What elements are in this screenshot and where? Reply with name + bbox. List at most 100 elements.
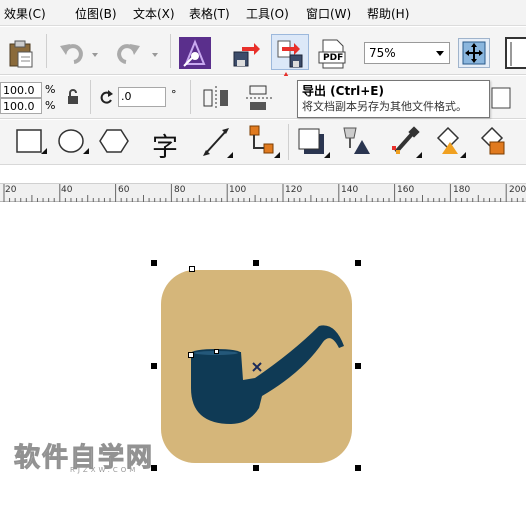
import-button[interactable] <box>178 36 212 70</box>
tooltip-description: 将文档副本另存为其他文件格式。 <box>302 100 467 113</box>
ruler-label: 180 <box>453 185 471 195</box>
toolbar-separator <box>170 34 171 68</box>
fill-tool[interactable] <box>432 124 468 160</box>
drop-shadow-tool[interactable] <box>296 126 330 160</box>
rotate-icon <box>100 90 113 104</box>
publish-pdf-button[interactable]: PDF <box>317 38 349 70</box>
zoom-level-value: 75% <box>369 46 396 60</box>
rectangle-icon <box>16 129 47 154</box>
tooltip-title: 导出 (Ctrl+E) <box>302 84 384 98</box>
watermark-url: RJZXW.COM <box>70 466 139 474</box>
toolbar-separator <box>190 80 191 114</box>
mirror-vertical-button[interactable] <box>244 84 276 112</box>
menu-text[interactable]: 文本(X) <box>133 5 175 22</box>
polygon-tool[interactable] <box>98 126 132 160</box>
dropdown-arrow-icon <box>92 53 98 57</box>
paint-bucket-icon <box>436 126 466 158</box>
dropdown-arrow-icon <box>152 53 158 57</box>
ruler-label: 80 <box>174 185 186 195</box>
mirror-vertical-icon <box>246 85 274 110</box>
eyedropper-icon <box>392 126 422 158</box>
mirror-horizontal-icon <box>203 86 228 110</box>
export-tooltip: 导出 (Ctrl+E) 将文档副本另存为其他文件格式。 <box>297 80 490 118</box>
toolbar-separator <box>46 34 47 68</box>
selection-handle-left[interactable] <box>151 363 157 369</box>
connector-tool[interactable] <box>246 124 280 160</box>
rectangle-tool[interactable] <box>14 126 48 160</box>
lock-ratio-button[interactable] <box>64 88 82 106</box>
clipboard-icon <box>9 40 33 68</box>
selection-center-mark[interactable] <box>252 362 262 372</box>
scale-x-field[interactable]: 100.0 <box>0 82 42 98</box>
horizontal-ruler[interactable]: 20 40 60 80 100 120 140 160 180 200 <box>0 183 526 203</box>
align-button[interactable] <box>490 84 514 112</box>
ellipse-icon <box>58 129 89 154</box>
selection-handle-top[interactable] <box>253 260 259 266</box>
undo-icon <box>60 44 83 64</box>
rotation-angle-unit: ° <box>171 88 177 101</box>
scale-x-unit: % <box>45 83 56 96</box>
ruler-label: 20 <box>5 185 17 195</box>
undo-dropdown[interactable] <box>88 38 102 70</box>
text-tool[interactable]: 字 <box>150 126 184 163</box>
selection-handle-right[interactable] <box>355 363 361 369</box>
eyedropper-tool[interactable] <box>388 124 424 160</box>
ruler-label: 160 <box>397 185 415 195</box>
full-screen-preview-button[interactable] <box>458 38 490 68</box>
scale-y-unit: % <box>45 99 56 112</box>
export-save-button[interactable] <box>230 38 262 70</box>
rotation-angle-field[interactable]: .0 <box>118 87 166 107</box>
ruler-label: 200 <box>509 185 526 195</box>
node-handle[interactable] <box>214 349 219 354</box>
pan-arrows-icon <box>462 41 486 65</box>
ruler-label: 60 <box>118 185 130 195</box>
chevron-down-icon <box>436 51 444 56</box>
pdf-label: PDF <box>323 53 344 63</box>
ruler-label: 100 <box>229 185 247 195</box>
ruler-ticks <box>3 184 524 203</box>
connector-icon <box>249 125 280 158</box>
selection-handle-bottom-right[interactable] <box>355 465 361 471</box>
wine-glass-icon <box>343 127 370 154</box>
menu-help[interactable]: 帮助(H) <box>367 5 409 22</box>
scale-y-field[interactable]: 100.0 <box>0 98 42 114</box>
text-tool-glyph: 字 <box>152 133 179 163</box>
ruler-label: 120 <box>285 185 303 195</box>
selection-handle-top-right[interactable] <box>355 260 361 266</box>
redo-dropdown[interactable] <box>148 38 162 70</box>
import-icon <box>179 37 211 69</box>
redo-button[interactable] <box>114 38 146 70</box>
ruler-icon <box>505 37 526 69</box>
toolbar-separator <box>288 124 289 160</box>
ruler-label: 40 <box>61 185 73 195</box>
export-button[interactable] <box>271 34 309 70</box>
dimension-line-icon <box>203 128 233 158</box>
undo-button[interactable] <box>54 38 86 70</box>
export-icon <box>277 40 303 68</box>
export-icon <box>233 43 260 67</box>
menu-bitmaps[interactable]: 位图(B) <box>75 5 117 22</box>
menu-bar: 效果(C) 位图(B) 文本(X) 表格(T) 工具(O) 窗口(W) 帮助(H… <box>0 0 526 26</box>
zoom-level-select[interactable]: 75% <box>364 42 450 64</box>
ruler-label: 140 <box>341 185 359 195</box>
drop-shadow-icon <box>298 128 330 158</box>
toolbar-separator <box>90 80 91 114</box>
smart-fill-tool[interactable] <box>476 124 512 160</box>
selection-handle-bottom[interactable] <box>253 465 259 471</box>
node-handle[interactable] <box>189 266 195 272</box>
menu-table[interactable]: 表格(T) <box>189 5 230 22</box>
smart-fill-icon <box>480 126 505 155</box>
snap-ruler-button[interactable] <box>502 36 526 70</box>
redo-icon <box>117 44 140 64</box>
menu-effects[interactable]: 效果(C) <box>4 5 46 22</box>
node-handle[interactable] <box>188 352 194 358</box>
menu-tools[interactable]: 工具(O) <box>246 5 289 22</box>
lock-icon <box>68 89 78 104</box>
dimension-tool[interactable] <box>200 126 234 160</box>
ellipse-tool[interactable] <box>56 126 90 160</box>
transparency-tool[interactable] <box>338 124 374 160</box>
menu-window[interactable]: 窗口(W) <box>306 5 351 22</box>
mirror-horizontal-button[interactable] <box>200 84 232 112</box>
paste-button[interactable] <box>4 38 36 70</box>
selection-handle-top-left[interactable] <box>151 260 157 266</box>
